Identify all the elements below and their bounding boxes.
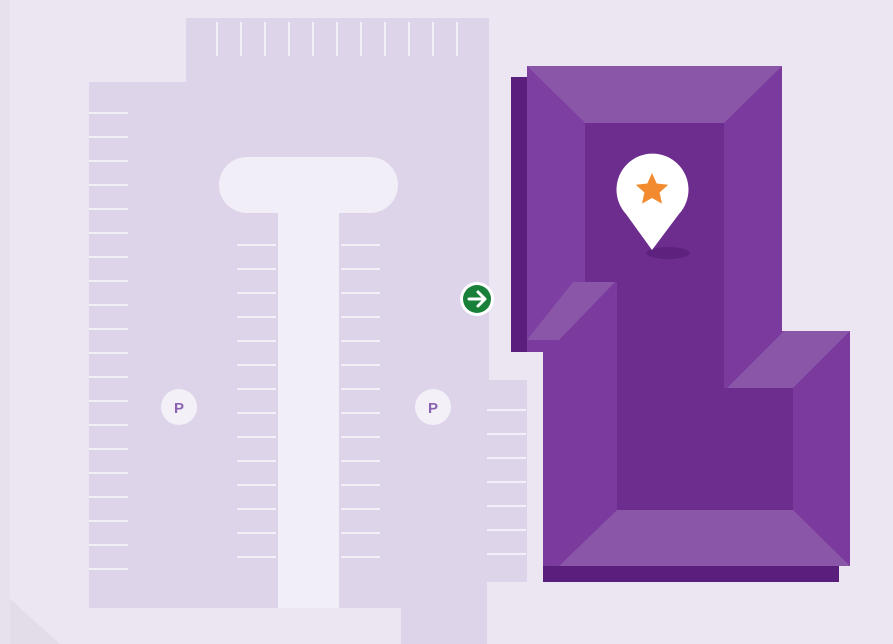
parking-badge-label: P — [174, 400, 184, 417]
left-edge-strip — [0, 0, 10, 644]
entrance-marker[interactable] — [460, 282, 494, 316]
parking-lot-road — [278, 190, 339, 608]
parking-badge-label: P — [428, 400, 438, 417]
parking-lot — [89, 18, 527, 644]
indoor-map[interactable]: P P — [0, 0, 893, 644]
parking-badge-east[interactable]: P — [415, 389, 451, 425]
parking-badge-west[interactable]: P — [161, 389, 197, 425]
